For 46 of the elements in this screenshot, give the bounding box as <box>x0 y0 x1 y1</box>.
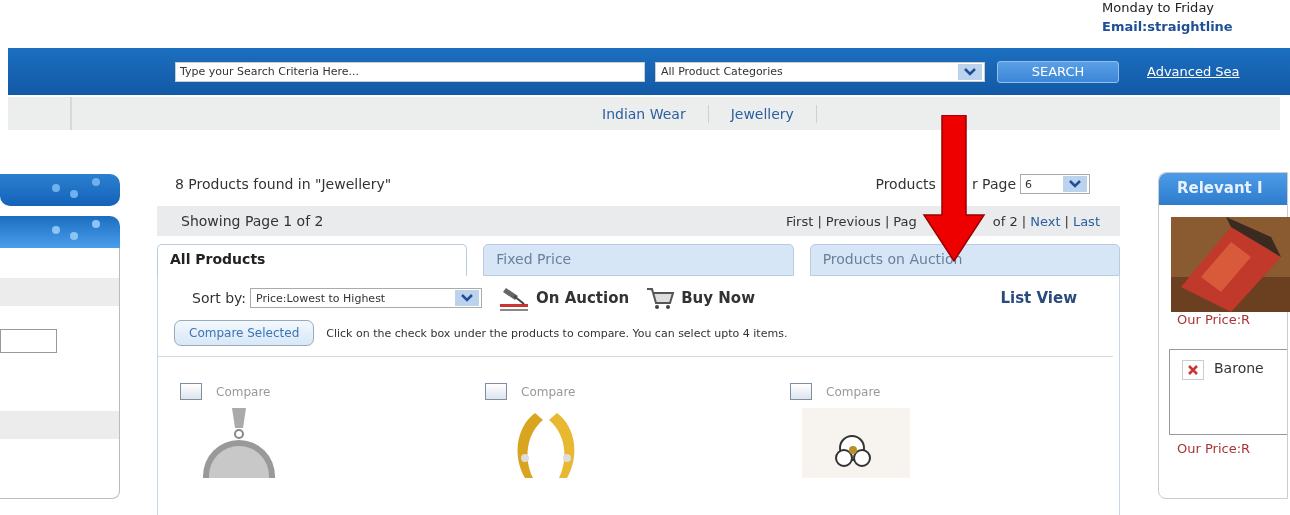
compare-label: Compare <box>216 384 271 399</box>
compare-button[interactable]: Compare Selected <box>174 320 315 346</box>
page-link[interactable]: Next <box>1030 213 1061 229</box>
compare-checkbox[interactable] <box>790 383 812 400</box>
caret-icon <box>461 294 474 302</box>
email-text: Email:straightline <box>1102 18 1234 36</box>
hours-text: Monday to Friday <box>1102 0 1216 17</box>
nav-link[interactable]: Jewellery <box>708 104 817 123</box>
page-text: Previous | <box>825 213 890 229</box>
tab[interactable]: Fixed Price <box>483 244 794 276</box>
sort-select[interactable]: Price:Lowest to Highest <box>250 288 483 308</box>
compare-label: Compare <box>521 384 576 399</box>
legend-label: On Auction <box>536 289 630 307</box>
price-label: Our Price:R <box>1176 440 1252 456</box>
search-field[interactable]: Type your Search Criteria Here... <box>175 61 645 82</box>
compare-hint: Click on the check box under the products to compare. You can select upto 4 items. <box>326 326 788 340</box>
nav-link[interactable]: Indian Wear <box>580 104 709 123</box>
caret-icon <box>964 67 976 76</box>
per-page-label: Products <box>875 176 936 192</box>
input-field[interactable] <box>0 329 57 353</box>
product-name[interactable]: Barone <box>1214 360 1264 376</box>
page-text: of 2 | <box>992 213 1027 229</box>
broken-image-icon <box>1182 360 1204 380</box>
results-count: 8 Products found in "Jewellery" <box>174 176 392 192</box>
caret-icon <box>1069 180 1081 188</box>
page-text: | <box>1064 213 1069 229</box>
list-view-link[interactable]: List View <box>1000 289 1077 307</box>
legend-label: Buy Now <box>681 289 755 307</box>
compare-label: Compare <box>826 384 881 399</box>
page-link[interactable]: Last <box>1072 213 1100 229</box>
cart-icon <box>645 285 676 311</box>
per-page-select[interactable]: 6 <box>1020 174 1090 194</box>
compare-checkbox[interactable] <box>485 383 507 400</box>
compare-checkbox[interactable] <box>180 383 202 400</box>
page-text: Pag <box>893 213 917 229</box>
page-status: Showing Page 1 of 2 <box>181 213 324 229</box>
tab[interactable]: All Products <box>157 244 468 276</box>
tab[interactable]: Products on Auction <box>809 244 1120 276</box>
per-page-label: r Page <box>971 176 1016 192</box>
advanced-search-link[interactable]: Advanced Sea <box>1147 64 1240 79</box>
search-button[interactable]: SEARCH <box>997 60 1119 83</box>
page-text: First | <box>785 213 822 229</box>
sort-label: Sort by: <box>192 290 247 306</box>
price-label: Our Price:R <box>1176 312 1252 327</box>
panel-title: Relevant I <box>1159 173 1287 205</box>
category-select[interactable]: All Product Categories <box>655 61 985 82</box>
